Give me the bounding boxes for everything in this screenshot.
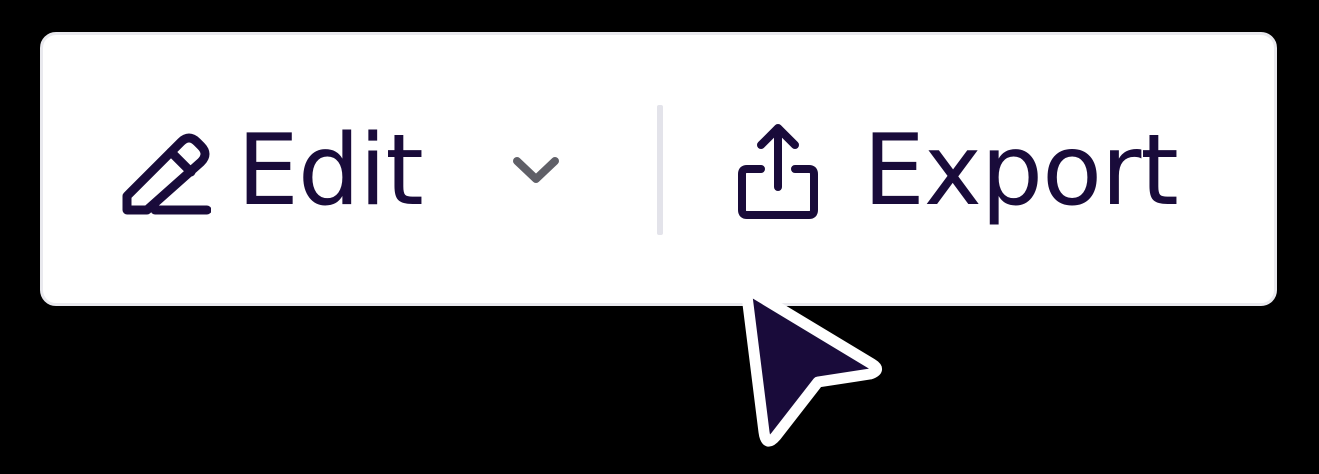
export-button[interactable]: Export — [737, 114, 1179, 228]
export-button-label: Export — [863, 114, 1179, 228]
share-upload-icon — [737, 123, 819, 219]
edit-button[interactable]: Edit — [121, 114, 424, 228]
toolbar-divider — [657, 105, 663, 235]
edit-button-label: Edit — [237, 114, 424, 228]
toolbar: Edit Export — [40, 32, 1277, 306]
edit-dropdown-toggle[interactable] — [509, 153, 563, 189]
mouse-pointer-icon — [732, 278, 892, 448]
chevron-down-icon — [509, 153, 563, 189]
pencil-icon — [121, 126, 211, 216]
